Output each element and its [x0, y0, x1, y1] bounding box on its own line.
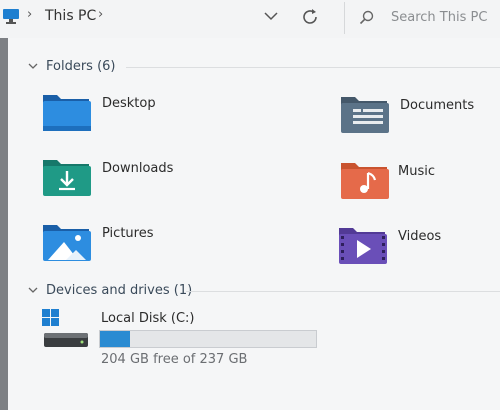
search-icon	[359, 10, 374, 25]
folder-label: Music	[398, 164, 435, 179]
breadcrumb[interactable]: › This PC ›	[0, 2, 334, 34]
drive-name[interactable]: Local Disk (C:)	[101, 311, 194, 326]
search-box[interactable]: Search This PC	[344, 2, 500, 34]
folder-label: Documents	[400, 98, 475, 113]
downloads-folder-icon	[43, 160, 91, 196]
drive-free-space: 204 GB free of 237 GB	[101, 352, 248, 367]
group-divider	[126, 67, 500, 68]
chevron-down-icon[interactable]	[28, 62, 38, 70]
folder-label: Pictures	[102, 226, 154, 241]
videos-folder-icon	[339, 228, 387, 264]
navigation-pane-edge	[0, 38, 8, 410]
folder-music[interactable]: Music	[340, 158, 500, 208]
refresh-icon[interactable]	[300, 7, 320, 27]
folder-label: Downloads	[102, 161, 174, 176]
chevron-right-icon[interactable]: ›	[98, 7, 103, 22]
drive-usage-bar	[99, 330, 317, 348]
chevron-down-icon[interactable]	[28, 286, 38, 294]
chevron-right-icon: ›	[27, 7, 33, 22]
folder-documents[interactable]: Documents	[340, 92, 500, 142]
folder-label: Desktop	[102, 96, 156, 111]
devices-group-label: Devices and drives (1)	[46, 282, 193, 298]
documents-folder-icon	[341, 97, 389, 133]
desktop-folder-icon	[43, 95, 91, 131]
drive-usage-fill	[100, 331, 131, 347]
folder-desktop[interactable]: Desktop	[42, 90, 242, 140]
pictures-folder-icon	[43, 225, 91, 261]
folder-downloads[interactable]: Downloads	[42, 155, 242, 205]
computer-icon	[3, 9, 19, 24]
folders-group-header[interactable]: Folders (6)	[28, 56, 116, 76]
breadcrumb-this-pc[interactable]: This PC	[45, 8, 96, 24]
folder-pictures[interactable]: Pictures	[42, 220, 242, 270]
chevron-down-icon[interactable]	[264, 11, 278, 21]
search-input[interactable]: Search This PC	[391, 10, 487, 25]
folder-label: Videos	[398, 229, 442, 244]
address-bar: › This PC › Search This PC	[0, 0, 500, 38]
windows-drive-icon[interactable]	[42, 309, 94, 349]
folder-videos[interactable]: Videos	[338, 223, 498, 273]
music-folder-icon	[341, 163, 389, 199]
group-divider	[186, 291, 500, 292]
devices-group-header[interactable]: Devices and drives (1)	[28, 280, 192, 300]
folders-group-label: Folders (6)	[46, 58, 116, 74]
file-list: Folders (6) Desktop Documents Downloads …	[8, 38, 500, 410]
